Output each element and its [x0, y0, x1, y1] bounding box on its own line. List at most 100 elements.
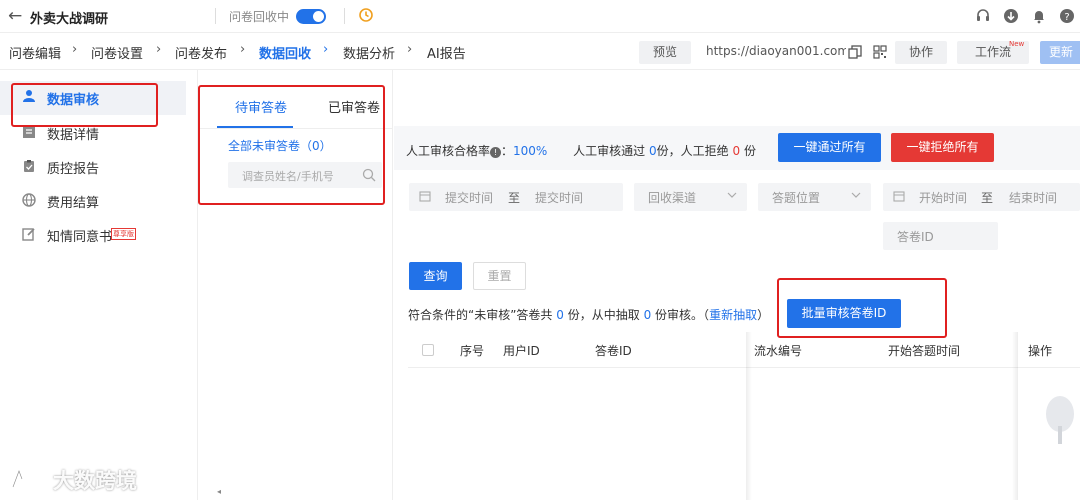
bell-icon[interactable]	[1031, 8, 1047, 24]
rate-value: 100%	[513, 144, 548, 158]
rate-label: 人工审核合格率	[406, 144, 491, 158]
select-all-checkbox[interactable]	[422, 344, 434, 356]
column-header: 序号	[460, 344, 485, 358]
frozen-column-shadow	[1012, 332, 1018, 500]
highlight-box	[198, 85, 385, 205]
collect-toggle[interactable]	[296, 9, 326, 24]
list-icon	[23, 126, 35, 138]
range-separator: 至	[981, 191, 994, 205]
top-bar: ← 外卖大战调研 问卷回收中 ?	[0, 0, 1080, 33]
answer-time-range[interactable]: 开始时间 至 结束时间	[883, 183, 1080, 211]
submit-time-range[interactable]: 提交时间 至 提交时间	[409, 183, 623, 211]
column-header: 操作	[1028, 344, 1053, 358]
result-close: ）	[757, 308, 770, 322]
headset-icon[interactable]	[975, 8, 991, 24]
chevron-right-icon: ›	[407, 42, 413, 57]
workflow-label: 工作流	[974, 45, 1011, 59]
result-suffix: 份审核。（	[655, 308, 710, 322]
divider	[215, 8, 216, 24]
chevron-right-icon: ›	[323, 42, 329, 57]
chevron-down-icon	[851, 192, 861, 198]
new-badge: New	[1009, 40, 1025, 48]
review-summary: 人工审核合格率! ：100% 人工审核通过 0份，人工拒绝 0 份	[406, 142, 756, 159]
reject-all-button[interactable]: 一键拒绝所有	[891, 133, 994, 162]
copy-icon[interactable]	[848, 45, 862, 59]
submit-start-field: 提交时间	[445, 191, 494, 205]
chevron-right-icon: ›	[240, 42, 246, 57]
reset-button[interactable]: 重置	[473, 262, 526, 290]
sidebar-item-qc-report[interactable]: 质控报告	[0, 149, 186, 183]
range-separator: 至	[508, 191, 521, 205]
chevron-right-icon: ›	[156, 42, 162, 57]
nav-step-ai-report[interactable]: AI报告	[427, 43, 466, 62]
globe-icon	[22, 193, 36, 207]
approved-prefix: 人工审核通过	[573, 144, 646, 158]
column-header: 用户ID	[503, 344, 540, 358]
edit-icon	[22, 228, 35, 241]
collect-status-label: 问卷回收中	[229, 10, 290, 24]
column-header: 流水编号	[754, 344, 803, 358]
toggle-knob	[313, 11, 324, 22]
sidebar-item-label: 知情同意书	[47, 230, 113, 245]
calendar-icon	[893, 191, 905, 202]
result-summary: 符合条件的“未审核”答卷共 0 份，从中抽取 0 份审核。（重新抽取）	[408, 306, 769, 323]
nav-step-settings[interactable]: 问卷设置	[91, 43, 143, 62]
chevron-down-icon	[727, 192, 737, 198]
rejected-count: 0	[732, 144, 741, 158]
approve-all-button[interactable]: 一键通过所有	[778, 133, 881, 162]
help-icon[interactable]: ?	[1059, 8, 1075, 24]
highlight-box	[777, 278, 947, 338]
collab-button[interactable]: 协作	[895, 41, 947, 64]
step-nav: 问卷编辑 › 问卷设置 › 问卷发布 › 数据回收 › 数据分析 › AI报告 …	[0, 33, 1080, 70]
scroll-left-icon[interactable]: ◂	[217, 487, 221, 496]
clipboard-icon	[24, 160, 34, 172]
update-button[interactable]: 更新	[1040, 41, 1080, 64]
sidebar-item-consent[interactable]: 知情同意书 尊享版	[0, 217, 186, 251]
review-main: 人工审核合格率! ：100% 人工审核通过 0份，人工拒绝 0 份 一键通过所有 …	[394, 70, 1080, 500]
colon: ：	[501, 144, 514, 158]
column-header: 开始答题时间	[888, 344, 961, 358]
survey-title: 外卖大战调研	[30, 12, 109, 27]
result-middle: 份，从中抽取	[567, 308, 640, 322]
sidebar-item-label: 质控报告	[47, 162, 100, 177]
nav-step-collect[interactable]: 数据回收	[259, 43, 311, 62]
nav-step-publish[interactable]: 问卷发布	[175, 43, 227, 62]
clock-history-icon[interactable]	[358, 7, 374, 23]
arrow-left-icon[interactable]: ←	[8, 6, 22, 26]
approved-count: 0	[649, 144, 657, 158]
table-header: 序号 用户ID 答卷ID 流水编号 开始答题时间 操作	[408, 332, 1080, 368]
left-sidebar: 数据审核 数据详情 质控报告 费用结算 知情同意书 尊享版	[0, 70, 198, 500]
info-icon[interactable]: !	[490, 147, 502, 158]
survey-url: https://diaoyan001.com/s/l	[706, 44, 846, 58]
watermark-text: 大数跨境	[53, 469, 137, 493]
unit-label: 份	[743, 144, 756, 158]
nav-step-analysis[interactable]: 数据分析	[343, 43, 395, 62]
query-button[interactable]: 查询	[409, 262, 462, 290]
result-sampled: 0	[643, 308, 652, 322]
position-placeholder: 答题位置	[772, 191, 821, 205]
result-total: 0	[556, 308, 564, 322]
calendar-icon	[419, 191, 431, 202]
column-header: 答卷ID	[595, 344, 632, 358]
qrcode-icon[interactable]	[873, 45, 887, 59]
submit-end-field: 提交时间	[535, 191, 584, 205]
channel-select[interactable]: 回收渠道	[634, 183, 747, 211]
frozen-column-shadow	[746, 332, 752, 500]
sidebar-item-billing[interactable]: 费用结算	[0, 183, 186, 217]
highlight-box	[11, 83, 158, 127]
resample-link[interactable]: 重新抽取	[709, 308, 757, 322]
start-time-field: 开始时间	[919, 191, 968, 205]
empty-state-illustration	[1046, 396, 1074, 444]
answer-id-input[interactable]: 答卷ID	[883, 222, 998, 250]
watermark-logo-icon	[11, 467, 48, 488]
rejected-prefix: 份，人工拒绝	[656, 144, 729, 158]
end-time-field: 结束时间	[1009, 191, 1058, 205]
nav-step-edit[interactable]: 问卷编辑	[9, 43, 61, 62]
channel-placeholder: 回收渠道	[648, 191, 697, 205]
preview-button[interactable]: 预览	[639, 41, 691, 64]
svg-text:?: ?	[1064, 12, 1069, 23]
position-select[interactable]: 答题位置	[758, 183, 871, 211]
download-icon[interactable]	[1003, 8, 1019, 24]
chevron-right-icon: ›	[72, 42, 78, 57]
answer-id-placeholder: 答卷ID	[897, 230, 934, 244]
